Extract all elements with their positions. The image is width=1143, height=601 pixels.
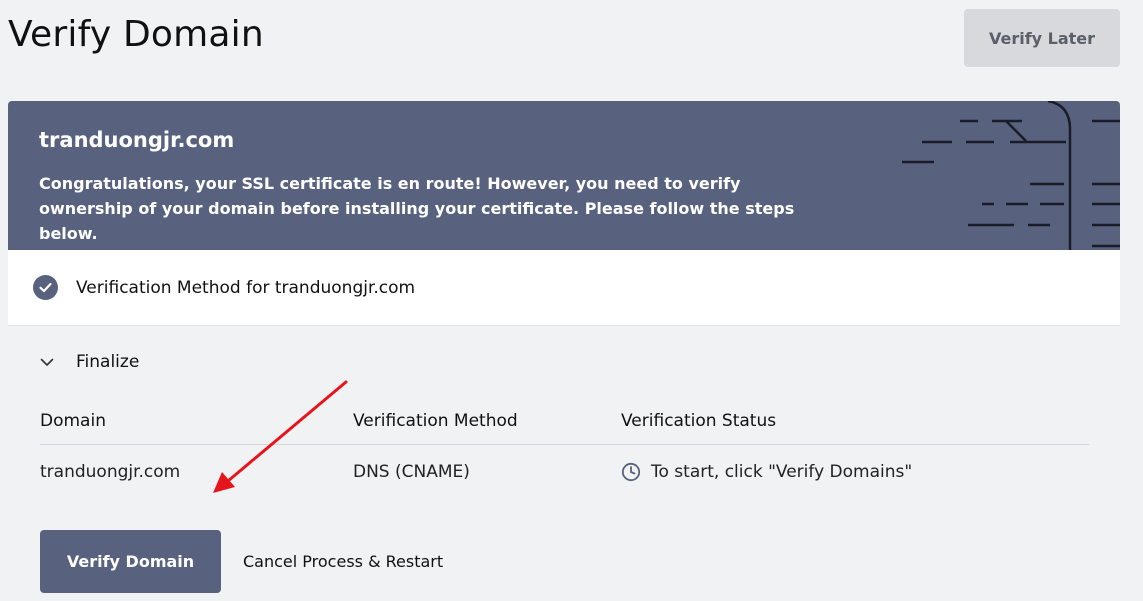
banner: tranduongjr.com Congratulations, your SS… xyxy=(8,101,1120,250)
verification-table: Domain Verification Method Verification … xyxy=(40,398,1089,500)
banner-decoration xyxy=(902,101,1120,250)
verification-card: tranduongjr.com Congratulations, your SS… xyxy=(8,101,1120,601)
banner-message: Congratulations, your SSL certificate is… xyxy=(39,174,795,243)
clock-icon xyxy=(621,462,641,482)
status-cell: To start, click "Verify Domains" xyxy=(621,462,1089,482)
column-header-status: Verification Status xyxy=(621,398,1089,445)
action-bar: Verify Domain Cancel Process & Restart xyxy=(40,530,1089,593)
table-header-row: Domain Verification Method Verification … xyxy=(40,398,1089,445)
verify-domain-button[interactable]: Verify Domain xyxy=(40,530,221,593)
verification-method-label: Verification Method for tranduongjr.com xyxy=(76,277,416,298)
method-cell: DNS (CNAME) xyxy=(353,462,470,483)
table-row: tranduongjr.com DNS (CNAME) To start, cl… xyxy=(40,444,1089,500)
column-header-domain: Domain xyxy=(40,398,353,445)
banner-domain: tranduongjr.com xyxy=(39,128,235,152)
page-title: Verify Domain xyxy=(8,14,264,55)
chevron-down-icon xyxy=(40,355,54,369)
domain-cell: tranduongjr.com xyxy=(40,462,181,483)
finalize-toggle[interactable]: Finalize xyxy=(40,326,1089,398)
check-circle-icon xyxy=(33,275,58,300)
cancel-restart-button[interactable]: Cancel Process & Restart xyxy=(243,552,443,571)
verify-later-button[interactable]: Verify Later xyxy=(964,9,1120,67)
finalize-section: Finalize Domain Verification Method Veri… xyxy=(8,326,1120,593)
column-header-method: Verification Method xyxy=(353,398,621,445)
status-cell-wrapper: To start, click "Verify Domains" xyxy=(621,444,1089,500)
verification-method-step[interactable]: Verification Method for tranduongjr.com xyxy=(8,250,1120,326)
status-text: To start, click "Verify Domains" xyxy=(651,462,913,483)
finalize-label: Finalize xyxy=(76,352,140,372)
